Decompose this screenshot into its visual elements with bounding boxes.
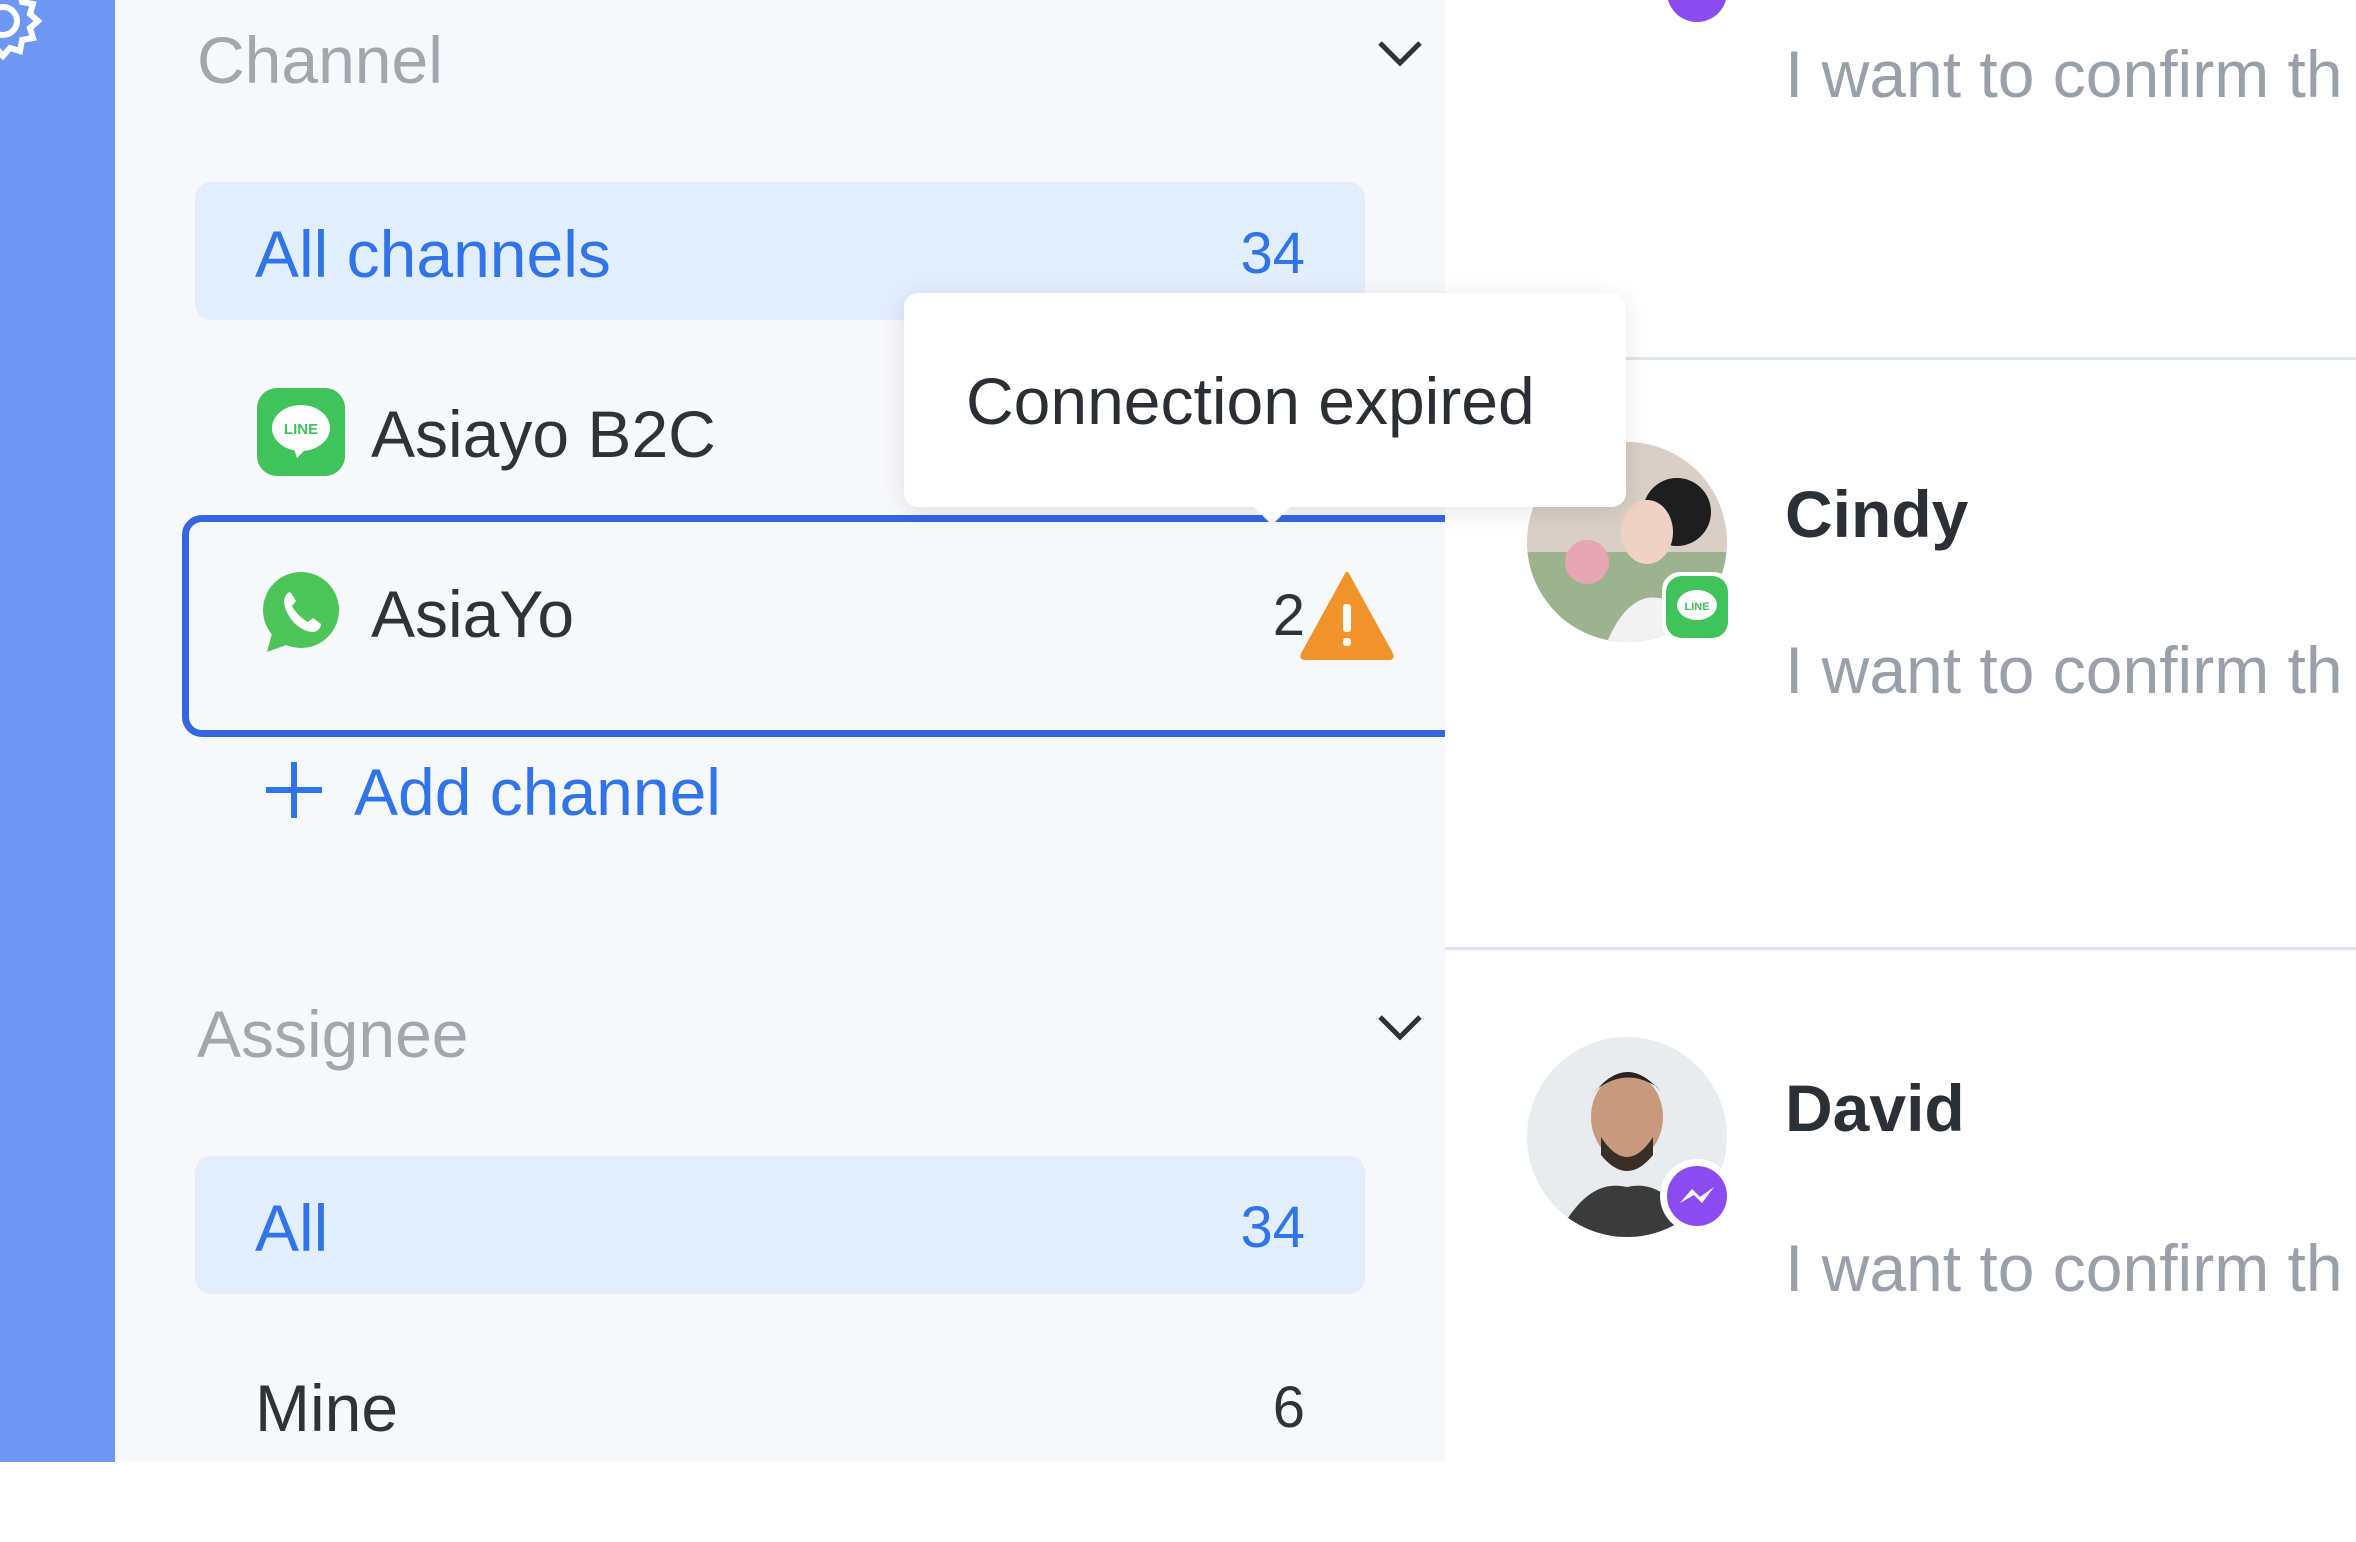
- assignee-item-all[interactable]: All 34: [195, 1156, 1365, 1294]
- line-icon: LINE: [257, 388, 345, 481]
- chevron-down-icon[interactable]: [1377, 1014, 1423, 1047]
- assignee-item-label: All: [255, 1191, 329, 1265]
- channel-item-label: Asiayo B2C: [371, 397, 716, 471]
- svg-text:LINE: LINE: [1684, 601, 1709, 613]
- tooltip-arrow: [1250, 503, 1294, 525]
- channel-item-count: 34: [1240, 221, 1305, 286]
- channel-section-header[interactable]: Channel: [197, 10, 1457, 97]
- messenger-icon: [1660, 1159, 1734, 1233]
- chevron-down-icon[interactable]: [1377, 40, 1423, 73]
- channel-section-title: Channel: [197, 23, 443, 97]
- messenger-icon: [1660, 0, 1734, 29]
- gear-icon[interactable]: [0, 0, 48, 71]
- assignee-item-count: 34: [1240, 1195, 1305, 1260]
- conversation-name: David: [1785, 1071, 1965, 1145]
- focus-highlight: [182, 515, 1500, 737]
- add-channel-label: Add channel: [354, 755, 721, 829]
- assignee-section-title: Assignee: [197, 997, 469, 1071]
- conversation-name: Cindy: [1785, 477, 1969, 551]
- conversation-preview: I want to confirm th: [1785, 37, 2343, 111]
- line-icon: LINE: [1660, 570, 1734, 644]
- conversation-item[interactable]: David I want to confirm th: [1445, 952, 2356, 1542]
- assignee-item-label: Mine: [255, 1371, 399, 1445]
- assignee-section-header[interactable]: Assignee: [197, 984, 1457, 1071]
- plus-icon: [262, 758, 326, 827]
- connection-status-tooltip: Connection expired: [904, 293, 1626, 525]
- tooltip-text: Connection expired: [966, 364, 1535, 438]
- conversation-preview: I want to confirm th: [1785, 1231, 2343, 1305]
- conversation-list: I want to confirm th LINE Cindy I want t…: [1445, 0, 2356, 1462]
- divider: [1445, 947, 2356, 950]
- svg-text:LINE: LINE: [284, 421, 318, 438]
- conversation-preview: I want to confirm th: [1785, 633, 2343, 707]
- assignee-item-mine[interactable]: Mine 6: [195, 1336, 1365, 1462]
- channel-item-label: All channels: [255, 217, 611, 291]
- add-channel-button[interactable]: Add channel: [262, 750, 862, 830]
- assignee-item-count: 6: [1272, 1375, 1305, 1440]
- left-nav-rail: [0, 0, 115, 1462]
